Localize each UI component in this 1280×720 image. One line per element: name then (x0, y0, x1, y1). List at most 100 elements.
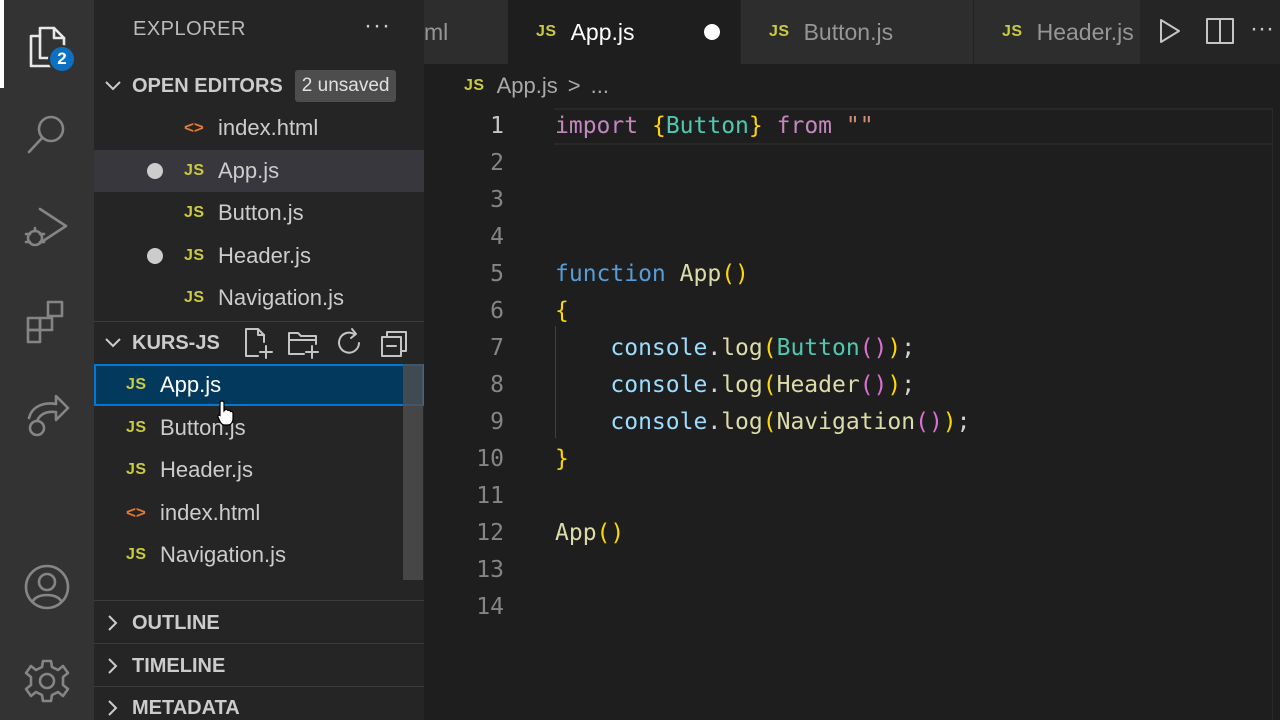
code-line[interactable]: App() (555, 515, 624, 552)
open-editor-label: Header.js (218, 243, 311, 268)
js-file-icon: JS (184, 247, 205, 264)
code-line[interactable]: console.log(Header()); (555, 367, 915, 404)
file-label: Navigation.js (160, 542, 286, 567)
section-divider (94, 321, 424, 322)
open-editor-label: Button.js (218, 200, 304, 225)
code-line[interactable]: { (555, 293, 569, 330)
chevron-right-icon (94, 657, 132, 675)
tab-label: App.js (570, 18, 635, 45)
timeline-header[interactable]: TIMELINE (94, 646, 424, 686)
line-number: 2 (490, 150, 504, 176)
open-editor-item[interactable]: JS Navigation.js (94, 277, 424, 319)
tab-header-js[interactable]: JS Header.js (974, 0, 1140, 64)
line-number: 13 (476, 557, 504, 583)
file-tree-item[interactable]: JS Button.js (94, 407, 424, 449)
tab-button-js[interactable]: JS Button.js (741, 0, 973, 64)
tab-label: ml (424, 18, 449, 45)
search-icon (27, 115, 65, 154)
explorer-sidebar: EXPLORER ··· OPEN EDITORS 2 unsaved <> i… (94, 0, 424, 720)
file-label: App.js (160, 372, 222, 397)
account-icon (24, 564, 70, 610)
sidebar-title: EXPLORER (133, 18, 246, 40)
more-editor-actions-button[interactable]: ··· (1250, 14, 1280, 48)
live-share-icon (27, 394, 70, 437)
line-number: 1 (490, 113, 504, 139)
js-file-icon: JS (126, 461, 147, 478)
line-number: 11 (476, 483, 504, 509)
open-editors-header[interactable]: OPEN EDITORS 2 unsaved (94, 66, 424, 106)
collapse-all-icon (381, 331, 407, 357)
line-number: 6 (490, 298, 504, 324)
tab-label: Button.js (803, 18, 894, 45)
line-number: 14 (476, 594, 504, 620)
unsaved-dot-icon[interactable] (147, 248, 163, 264)
folder-label: KURS-JS (132, 331, 220, 354)
html-file-icon: <> (184, 118, 204, 137)
code-line[interactable]: console.log(Navigation()); (555, 404, 970, 441)
manage-activity-button[interactable] (0, 634, 94, 720)
breadcrumb: JS App.js > ... (424, 64, 1280, 108)
open-editor-item[interactable]: JS App.js (94, 150, 424, 192)
refresh-button[interactable] (332, 326, 366, 360)
code-line[interactable]: function App() (555, 256, 749, 293)
chevron-down-icon (94, 77, 132, 95)
explorer-badge: 2 (48, 45, 76, 73)
sidebar-scrollbar[interactable] (403, 364, 423, 580)
file-tree-item[interactable]: JS Navigation.js (94, 534, 424, 576)
js-file-icon: JS (1002, 23, 1023, 40)
breadcrumb-symbols[interactable]: ... (591, 73, 609, 99)
explorer-activity-button[interactable]: 2 (0, 0, 94, 94)
tab-index-html[interactable]: ml (424, 0, 508, 64)
open-editor-item[interactable]: <> index.html (94, 107, 424, 149)
run-debug-activity-button[interactable] (0, 180, 94, 274)
open-editor-label: index.html (218, 115, 319, 140)
open-editor-item[interactable]: JS Button.js (94, 192, 424, 234)
chevron-right-icon (94, 614, 132, 632)
line-number: 4 (490, 224, 504, 250)
line-number: 9 (490, 409, 504, 435)
line-number: 12 (476, 520, 504, 546)
file-tree-item[interactable]: JS App.js (94, 364, 424, 406)
collapse-all-button[interactable] (378, 326, 412, 360)
line-number: 8 (490, 372, 504, 398)
file-tree-item[interactable]: JS Header.js (94, 449, 424, 491)
new-file-button[interactable] (240, 326, 274, 360)
run-debug-icon (24, 207, 68, 247)
new-folder-button[interactable] (286, 326, 320, 360)
code-line[interactable]: console.log(Button()); (555, 330, 915, 367)
open-editor-item[interactable]: JS Header.js (94, 235, 424, 277)
new-file-icon (245, 328, 273, 359)
code-editor[interactable]: 1 2 3 4 5 6 7 8 9 10 11 12 13 14 import … (424, 108, 1280, 720)
js-file-icon: JS (126, 419, 147, 436)
outline-label: OUTLINE (132, 611, 220, 634)
breadcrumb-file[interactable]: App.js (497, 73, 558, 99)
editor-scrollbar[interactable] (1272, 108, 1280, 720)
search-activity-button[interactable] (0, 88, 94, 182)
js-file-icon: JS (184, 162, 205, 179)
tab-app-js[interactable]: JS App.js (508, 0, 740, 64)
code-line[interactable]: } (555, 441, 569, 478)
outline-header[interactable]: OUTLINE (94, 603, 424, 643)
file-tree-item[interactable]: <> index.html (94, 492, 424, 534)
new-folder-icon (288, 332, 319, 359)
split-editor-icon (1206, 18, 1234, 44)
unsaved-dot-icon[interactable] (147, 163, 163, 179)
code-line[interactable]: import {Button} from "" (555, 108, 874, 145)
activity-bar: 2 (0, 0, 94, 720)
tab-label: Header.js (1036, 18, 1134, 45)
file-label: Header.js (160, 457, 253, 482)
refresh-icon (338, 328, 360, 354)
accounts-activity-button[interactable] (0, 540, 94, 634)
hand-cursor-icon (217, 400, 234, 426)
more-actions-button[interactable]: ··· (364, 12, 391, 40)
play-icon (1160, 19, 1180, 43)
split-editor-button[interactable] (1203, 14, 1237, 48)
run-button[interactable] (1152, 14, 1186, 48)
extensions-activity-button[interactable] (0, 274, 94, 368)
live-share-activity-button[interactable] (0, 368, 94, 462)
metadata-header[interactable]: METADATA (94, 688, 424, 720)
html-file-icon: <> (126, 503, 146, 522)
gear-icon (24, 659, 70, 703)
chevron-right-icon (94, 699, 132, 717)
unsaved-dot-icon[interactable] (704, 24, 720, 40)
